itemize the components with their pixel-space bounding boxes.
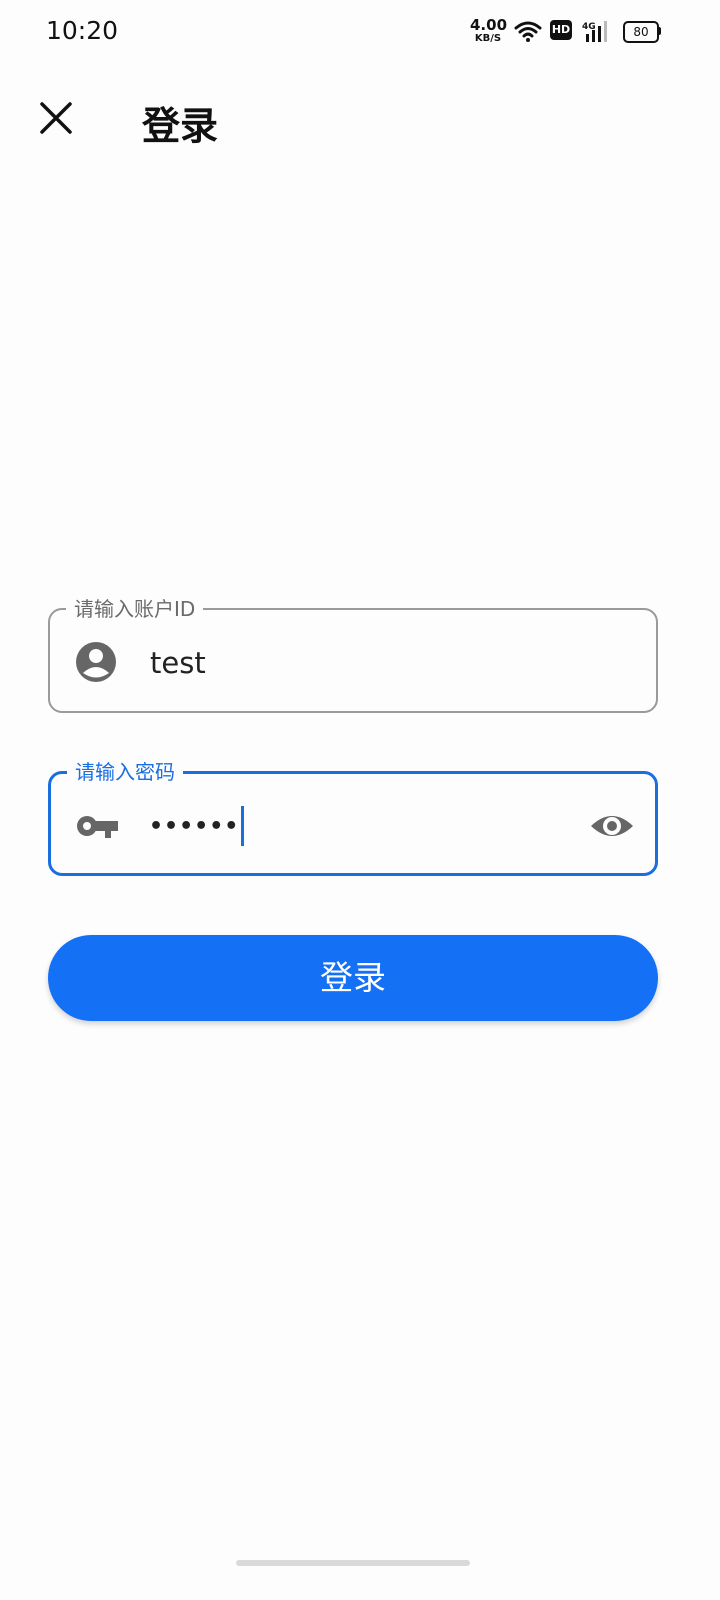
password-input[interactable]: •••••• — [149, 804, 245, 848]
account-circle-icon — [76, 642, 116, 682]
battery-tip — [658, 27, 661, 35]
home-indicator[interactable] — [236, 1560, 470, 1566]
close-icon — [40, 102, 72, 134]
network-speed: 4.00 KB/S — [470, 16, 508, 44]
battery-icon: 80 — [623, 21, 659, 43]
login-button[interactable]: 登录 — [48, 935, 658, 1021]
password-masked-value: •••••• — [149, 813, 240, 839]
password-label: 请输入密码 — [67, 759, 183, 785]
wifi-icon — [514, 21, 542, 42]
text-cursor — [241, 806, 245, 846]
hd-icon: HD — [550, 20, 572, 40]
password-field[interactable]: 请输入密码 •••••• — [48, 759, 658, 876]
close-button[interactable] — [34, 96, 78, 140]
account-id-label: 请输入账户ID — [66, 596, 204, 622]
cellular-signal-icon: 4G — [582, 21, 607, 42]
status-time: 10:20 — [46, 16, 119, 45]
page-title: 登录 — [142, 104, 219, 148]
eye-icon — [591, 816, 633, 836]
network-speed-unit: KB/S — [474, 33, 502, 44]
key-icon — [77, 816, 118, 838]
network-speed-value: 4.00 — [470, 16, 508, 34]
status-bar: 10:20 4.00 KB/S HD 4G 80 — [0, 0, 720, 64]
account-id-field[interactable]: 请输入账户ID test — [48, 596, 658, 713]
toggle-password-visibility-button[interactable] — [589, 804, 635, 848]
account-id-input[interactable]: test — [150, 646, 206, 680]
